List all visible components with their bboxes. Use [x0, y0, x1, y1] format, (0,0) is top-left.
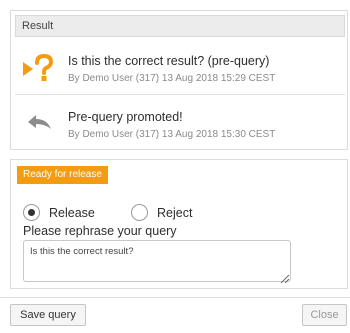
radio-button-selected[interactable] [23, 204, 40, 221]
close-button[interactable]: Close [302, 304, 347, 326]
release-panel: Ready for release Release Reject Please … [10, 159, 348, 289]
rephrase-textarea[interactable]: Is this the correct result? [23, 240, 291, 282]
radio-button[interactable] [131, 204, 148, 221]
entry-meta: By Demo User (317) 13 Aug 2018 15:29 CES… [68, 73, 276, 84]
rephrase-label: Please rephrase your query [23, 224, 177, 238]
save-query-button[interactable]: Save query [10, 304, 86, 326]
result-panel-header: Result [15, 15, 345, 37]
result-panel: Result Is this the correct result? (pre-… [10, 10, 348, 150]
status-badge: Ready for release [17, 166, 108, 184]
entry-title: Is this the correct result? (pre-query) [68, 54, 270, 68]
footer-divider [0, 297, 350, 298]
reply-arrow-icon [21, 109, 59, 137]
resize-handle-icon[interactable] [280, 271, 290, 284]
history-entry: Is this the correct result? (pre-query) … [15, 41, 345, 95]
release-radio-label[interactable]: Release [49, 204, 95, 222]
entry-meta: By Demo User (317) 13 Aug 2018 15:30 CES… [68, 129, 276, 140]
history-entry: Pre-query promoted! By Demo User (317) 1… [15, 97, 345, 151]
decision-radio-group: Release Reject [23, 204, 263, 222]
reject-radio-label[interactable]: Reject [157, 204, 192, 222]
radio-dot [28, 209, 35, 216]
entry-title: Pre-query promoted! [68, 110, 183, 124]
question-arrow-icon [21, 53, 59, 81]
